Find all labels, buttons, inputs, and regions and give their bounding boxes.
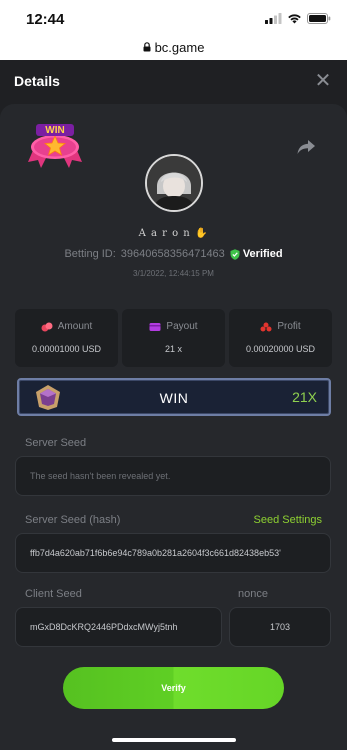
page-title: Details [14, 73, 60, 89]
server-seed-label: Server Seed [25, 437, 87, 449]
betting-id-value: 396406583564714​63 [120, 248, 225, 260]
stat-profit-label: Profit [277, 321, 301, 332]
client-seed-field[interactable]: mGxD8DcKRQ2446PDdxcMWyj5tnh [15, 607, 222, 647]
stat-amount: Amount 0.00001000 USD [15, 309, 118, 367]
status-bar: 12:44 [0, 0, 347, 34]
wifi-icon [288, 14, 301, 24]
username: A a r o n ✋ [138, 228, 209, 239]
stat-payout-label: Payout [166, 321, 198, 332]
server-seed-field: The seed hasn't been revealed yet. [15, 456, 331, 496]
lock-icon [143, 42, 151, 52]
home-indicator [112, 738, 236, 742]
coins-icon [41, 322, 53, 331]
stat-amount-value: 0.00001000 USD [31, 344, 102, 354]
win-badge-text: WIN [45, 125, 65, 136]
close-icon[interactable]: ✕ [313, 71, 333, 91]
battery-icon [307, 13, 331, 24]
stat-profit-value: 0.00020000 USD [245, 344, 316, 354]
result-word: WIN [159, 390, 189, 406]
verified-label: Verified [242, 248, 283, 260]
win-badge: WIN [26, 122, 84, 168]
url-text: bc.game [154, 39, 205, 55]
avatar [145, 154, 203, 212]
client-seed-label: Client Seed [25, 588, 82, 600]
result-banner: WIN 21X [17, 378, 331, 416]
verify-button[interactable]: Verify [63, 667, 284, 709]
verified-shield-icon [230, 248, 240, 260]
betting-id-row: Betting ID: 396406583564714​63 Verified [0, 248, 347, 260]
share-icon[interactable] [295, 136, 317, 158]
stat-payout-value: 21 x [164, 344, 182, 354]
browser-url-bar[interactable]: bc.game [0, 34, 347, 60]
verified-status: Verified [230, 248, 283, 260]
status-time: 12:44 [26, 11, 65, 28]
stat-payout: Payout 21 x [122, 309, 225, 367]
stat-amount-label: Amount [57, 321, 93, 332]
result-multiplier: 21X [292, 389, 317, 405]
system-icons [265, 13, 331, 24]
seed-settings-link[interactable]: Seed Settings [254, 514, 323, 526]
wallet-icon [149, 322, 161, 331]
stat-profit: Profit 0.00020000 USD [229, 309, 332, 367]
waving-hand-icon: ✋ [194, 228, 209, 239]
bet-date: 3/1/2022, 12:44:15 PM [133, 269, 214, 278]
server-seed-hash-label: Server Seed (hash) [25, 514, 121, 526]
signal-icon [265, 13, 282, 24]
details-header: Details ✕ [0, 60, 347, 104]
nonce-label: nonce [238, 588, 268, 600]
nonce-field[interactable]: 1703 [229, 607, 331, 647]
flame-icon [260, 322, 272, 331]
server-seed-hash-field[interactable]: ffb7d4a620ab71f6b6e94c789a0b281a2604f3c6… [15, 533, 331, 573]
betting-id-label: Betting ID: [64, 248, 116, 260]
